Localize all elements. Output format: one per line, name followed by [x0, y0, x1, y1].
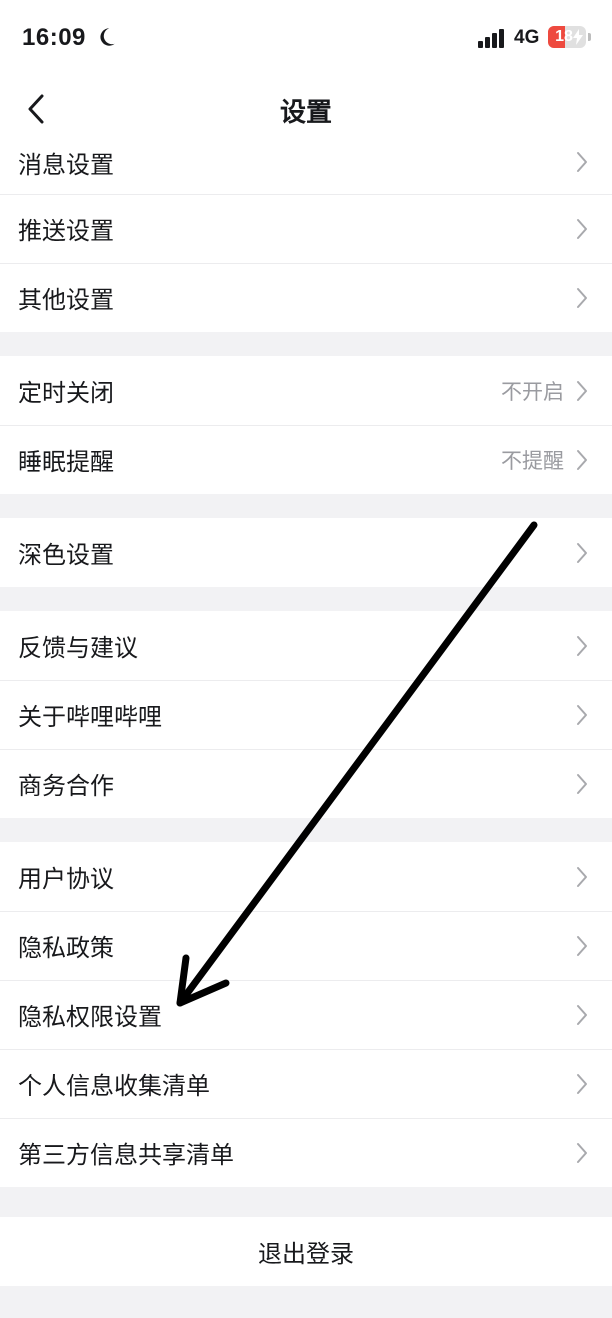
row-label: 商务合作	[18, 772, 114, 800]
row-sleep-reminder[interactable]: 睡眠提醒 不提醒	[0, 425, 612, 494]
chevron-right-icon	[577, 380, 587, 401]
row-push-settings[interactable]: 推送设置	[0, 194, 612, 263]
settings-group-general: 消息设置 推送设置 其他设置	[0, 130, 612, 332]
row-third-party-sharing[interactable]: 第三方信息共享清单	[0, 1118, 612, 1187]
row-user-agreement[interactable]: 用户协议	[0, 842, 612, 911]
row-dark-mode[interactable]: 深色设置	[0, 518, 612, 587]
chevron-right-icon	[577, 152, 587, 172]
moon-icon	[100, 28, 115, 46]
logout-button[interactable]: 退出登录	[0, 1217, 612, 1286]
row-label: 隐私权限设置	[18, 1003, 162, 1031]
status-time: 16:09	[22, 24, 86, 51]
row-label: 个人信息收集清单	[18, 1072, 210, 1100]
row-label: 深色设置	[18, 541, 114, 569]
group-divider	[0, 818, 612, 842]
battery-indicator: 18	[548, 26, 586, 48]
row-label: 消息设置	[18, 150, 114, 179]
row-feedback[interactable]: 反馈与建议	[0, 611, 612, 680]
row-label: 关于哔哩哔哩	[18, 703, 162, 731]
battery-cap	[588, 33, 591, 41]
charging-bolt-icon	[573, 29, 583, 45]
row-label: 用户协议	[18, 865, 114, 893]
page-title: 设置	[279, 98, 332, 128]
network-type: 4G	[514, 27, 540, 48]
row-timed-close[interactable]: 定时关闭 不开启	[0, 356, 612, 425]
row-personal-info-list[interactable]: 个人信息收集清单	[0, 1049, 612, 1118]
row-other-settings[interactable]: 其他设置	[0, 263, 612, 332]
chevron-right-icon	[577, 704, 587, 725]
row-label: 推送设置	[18, 217, 114, 245]
row-label: 隐私政策	[18, 934, 114, 962]
group-divider	[0, 494, 612, 518]
chevron-right-icon	[577, 635, 587, 656]
chevron-right-icon	[577, 287, 587, 308]
row-label: 定时关闭	[18, 379, 114, 407]
row-privacy-policy[interactable]: 隐私政策	[0, 911, 612, 980]
row-value: 不提醒	[501, 448, 564, 473]
chevron-right-icon	[577, 935, 587, 956]
settings-group-about: 反馈与建议 关于哔哩哔哩 商务合作	[0, 611, 612, 818]
logout-label: 退出登录	[258, 1240, 354, 1268]
settings-group-timers: 定时关闭 不开启 睡眠提醒 不提醒	[0, 356, 612, 494]
row-label: 第三方信息共享清单	[18, 1141, 234, 1169]
chevron-right-icon	[577, 449, 587, 470]
chevron-right-icon	[577, 1073, 587, 1094]
group-divider	[0, 332, 612, 356]
chevron-right-icon	[577, 218, 587, 239]
signal-icon	[478, 29, 504, 48]
row-label: 反馈与建议	[18, 634, 138, 662]
status-bar: 16:09 4G 18	[0, 0, 612, 74]
row-privacy-permissions[interactable]: 隐私权限设置	[0, 980, 612, 1049]
settings-group-privacy: 用户协议 隐私政策 隐私权限设置 个人信息收集清单 第三方信息共享清单	[0, 842, 612, 1187]
chevron-right-icon	[577, 1142, 587, 1163]
chevron-right-icon	[577, 773, 587, 794]
chevron-right-icon	[577, 1004, 587, 1025]
settings-group-appearance: 深色设置	[0, 518, 612, 587]
chevron-right-icon	[577, 542, 587, 563]
row-message-settings[interactable]: 消息设置	[0, 130, 612, 194]
settings-list: 消息设置 推送设置 其他设置 定时关闭 不开启 睡眠提醒 不提醒 深色设置 反馈…	[0, 130, 612, 1187]
row-label: 其他设置	[18, 286, 114, 314]
row-label: 睡眠提醒	[18, 448, 114, 476]
group-divider	[0, 587, 612, 611]
row-value: 不开启	[501, 379, 564, 404]
row-business[interactable]: 商务合作	[0, 749, 612, 818]
row-about[interactable]: 关于哔哩哔哩	[0, 680, 612, 749]
chevron-right-icon	[577, 866, 587, 887]
